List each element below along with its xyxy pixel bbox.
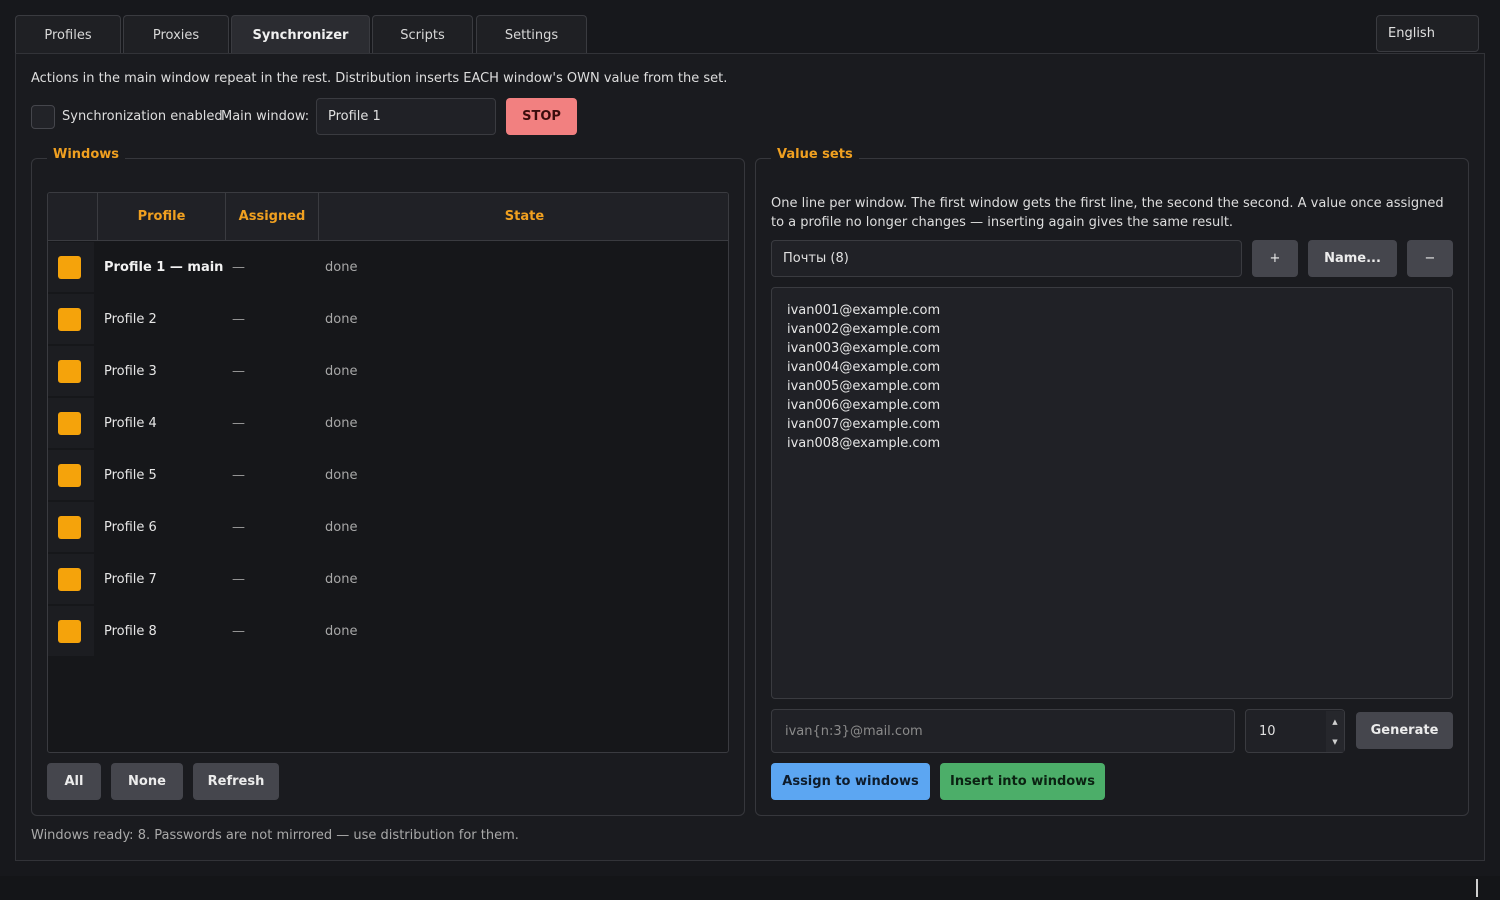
insert-into-windows-button[interactable]: Insert into windows <box>940 763 1105 800</box>
row-assigned: — <box>232 624 245 639</box>
sync-enabled-label: Synchronization enabled <box>62 109 223 124</box>
main-window-select[interactable]: Profile 1 <box>316 98 496 135</box>
table-row[interactable]: Profile 7 — done <box>48 554 728 606</box>
value-line: ivan008@example.com <box>787 436 941 451</box>
tab-profiles[interactable]: Profiles <box>15 15 121 54</box>
row-checkbox[interactable] <box>58 308 81 331</box>
value-sets-title: Value sets <box>771 147 859 162</box>
main-window-label: Main window: <box>221 109 310 124</box>
value-line: ivan005@example.com <box>787 379 941 394</box>
row-profile-name: Profile 2 <box>104 312 157 327</box>
row-check-cell <box>48 502 94 552</box>
row-state: done <box>325 364 358 379</box>
table-row[interactable]: Profile 8 — done <box>48 606 728 658</box>
row-checkbox[interactable] <box>58 256 81 279</box>
text-cursor <box>1476 879 1478 897</box>
status-text: Windows ready: 8. Passwords are not mirr… <box>31 828 519 843</box>
table-row[interactable]: Profile 6 — done <box>48 502 728 554</box>
row-assigned: — <box>232 260 245 275</box>
row-profile-name: Profile 4 <box>104 416 157 431</box>
values-textarea[interactable]: ivan001@example.com ivan002@example.com iv… <box>771 287 1453 699</box>
windows-table: Profile Assigned State Profile 1 — main —… <box>47 192 729 753</box>
table-row[interactable]: Profile 3 — done <box>48 346 728 398</box>
value-line: ivan001@example.com <box>787 303 941 318</box>
value-line: ivan002@example.com <box>787 322 941 337</box>
assign-to-windows-button[interactable]: Assign to windows <box>771 763 930 800</box>
row-check-cell <box>48 242 94 292</box>
row-profile-name: Profile 6 <box>104 520 157 535</box>
rename-set-button[interactable]: Name... <box>1308 240 1397 277</box>
row-checkbox[interactable] <box>58 464 81 487</box>
table-row[interactable]: Profile 4 — done <box>48 398 728 450</box>
pattern-input[interactable]: ivan{n:3}@mail.com <box>771 709 1235 753</box>
row-assigned: — <box>232 312 245 327</box>
header-check-column <box>48 193 98 241</box>
row-state: done <box>325 624 358 639</box>
spin-up-icon[interactable]: ▲ <box>1326 711 1344 732</box>
row-state: done <box>325 572 358 587</box>
row-checkbox[interactable] <box>58 516 81 539</box>
row-check-cell <box>48 450 94 500</box>
row-check-cell <box>48 346 94 396</box>
row-state: done <box>325 312 358 327</box>
row-profile-name: Profile 5 <box>104 468 157 483</box>
language-select[interactable]: English <box>1376 15 1479 52</box>
sync-enabled-checkbox[interactable] <box>31 105 55 129</box>
tab-proxies[interactable]: Proxies <box>123 15 229 54</box>
row-checkbox[interactable] <box>58 620 81 643</box>
value-line: ivan004@example.com <box>787 360 941 375</box>
tab-settings[interactable]: Settings <box>476 15 587 54</box>
value-line: ivan007@example.com <box>787 417 941 432</box>
row-assigned: — <box>232 520 245 535</box>
value-line: ivan006@example.com <box>787 398 941 413</box>
value-set-select[interactable]: Почты (8) <box>771 240 1242 277</box>
value-sets-description: One line per window. The first window ge… <box>771 196 1444 230</box>
row-assigned: — <box>232 468 245 483</box>
row-check-cell <box>48 554 94 604</box>
row-state: done <box>325 416 358 431</box>
row-state: done <box>325 468 358 483</box>
header-state[interactable]: State <box>319 193 728 241</box>
table-row[interactable]: Profile 5 — done <box>48 450 728 502</box>
row-check-cell <box>48 294 94 344</box>
row-profile-name: Profile 7 <box>104 572 157 587</box>
row-checkbox[interactable] <box>58 412 81 435</box>
row-profile-name: Profile 8 <box>104 624 157 639</box>
tab-synchronizer[interactable]: Synchronizer <box>231 15 370 54</box>
header-profile[interactable]: Profile <box>98 193 226 241</box>
tab-scripts[interactable]: Scripts <box>372 15 473 54</box>
windows-title: Windows <box>47 147 126 162</box>
generate-button[interactable]: Generate <box>1356 712 1453 749</box>
row-check-cell <box>48 398 94 448</box>
spin-down-icon[interactable]: ▼ <box>1326 731 1344 752</box>
table-row[interactable]: Profile 1 — main — done <box>48 242 728 294</box>
stop-button[interactable]: STOP <box>506 98 577 135</box>
header-assigned[interactable]: Assigned <box>226 193 319 241</box>
row-assigned: — <box>232 416 245 431</box>
row-profile-name: Profile 1 — main <box>104 260 224 275</box>
select-none-button[interactable]: None <box>111 763 183 800</box>
row-assigned: — <box>232 364 245 379</box>
table-row[interactable]: Profile 2 — done <box>48 294 728 346</box>
add-set-button[interactable]: + <box>1252 240 1298 277</box>
value-line: ivan003@example.com <box>787 341 941 356</box>
row-checkbox[interactable] <box>58 568 81 591</box>
row-state: done <box>325 260 358 275</box>
row-profile-name: Profile 3 <box>104 364 157 379</box>
row-checkbox[interactable] <box>58 360 81 383</box>
row-assigned: — <box>232 572 245 587</box>
row-check-cell <box>48 606 94 656</box>
refresh-button[interactable]: Refresh <box>193 763 279 800</box>
bottom-bar <box>0 876 1500 900</box>
row-state: done <box>325 520 358 535</box>
select-all-button[interactable]: All <box>47 763 101 800</box>
info-text: Actions in the main window repeat in the… <box>31 71 728 86</box>
remove-set-button[interactable]: − <box>1407 240 1453 277</box>
